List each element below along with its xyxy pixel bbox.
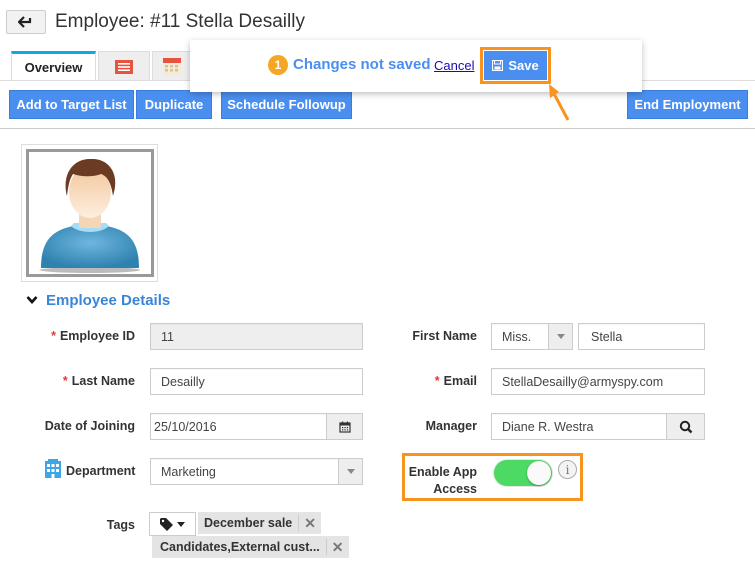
department-select[interactable]: Marketing: [150, 458, 340, 485]
caret-down-icon: [556, 334, 565, 339]
last-name-input[interactable]: Desailly: [150, 368, 363, 395]
floppy-disk-icon: [492, 60, 504, 71]
schedule-followup-button[interactable]: Schedule Followup: [221, 90, 352, 119]
manager-search-button[interactable]: [666, 413, 705, 440]
calendar-icon: [163, 57, 181, 76]
email-input[interactable]: StellaDesailly@armyspy.com: [491, 368, 705, 395]
save-label: Save: [508, 58, 539, 73]
avatar[interactable]: [26, 149, 154, 277]
caret-down-icon: [346, 469, 355, 474]
employee-id-label: * Employee ID: [51, 329, 135, 343]
salutation-select[interactable]: Miss.: [491, 323, 549, 350]
manager-input[interactable]: Diane R. Westra: [491, 413, 668, 440]
changes-not-saved-text: Changes not saved: [293, 56, 431, 73]
save-button[interactable]: Save: [484, 51, 547, 80]
back-button[interactable]: [6, 10, 46, 34]
tag-icon: [160, 517, 173, 531]
pointer-arrow-icon: [549, 84, 570, 121]
salutation-dropdown-button[interactable]: [548, 323, 573, 350]
toolbar-divider: [0, 128, 755, 129]
tag-chip: Candidates,External cust... ✕: [152, 536, 349, 558]
caret-down-icon: [177, 521, 185, 527]
first-name-label: First Name: [412, 329, 477, 343]
department-dropdown-button[interactable]: [338, 458, 363, 485]
list-icon: [115, 59, 133, 74]
tag-dropdown-button[interactable]: [149, 512, 196, 536]
required-marker: *: [62, 374, 68, 388]
department-label: Department: [66, 464, 136, 478]
manager-label: Manager: [425, 419, 477, 433]
search-icon: [679, 420, 692, 433]
required-marker: *: [51, 329, 56, 343]
date-of-joining-label: Date of Joining: [44, 419, 135, 433]
person-placeholder-icon: [40, 158, 140, 273]
email-label: * Email: [434, 374, 477, 388]
section-title-employee-details[interactable]: Employee Details: [46, 292, 170, 309]
back-arrow-icon: [18, 16, 32, 28]
page-title: Employee: #11 Stella Desailly: [55, 11, 305, 32]
calendar-icon: [338, 421, 351, 433]
first-name-input[interactable]: Stella: [578, 323, 705, 350]
remove-tag-icon[interactable]: ✕: [298, 515, 321, 531]
date-picker-button[interactable]: [326, 413, 363, 440]
tags-label: Tags: [106, 518, 135, 532]
changes-count-badge: 1: [268, 55, 288, 75]
duplicate-button[interactable]: Duplicate: [136, 90, 212, 119]
last-name-label: * Last Name: [62, 374, 135, 388]
chevron-down-icon[interactable]: [26, 295, 38, 305]
toggle-knob: [527, 461, 551, 485]
tab-overview[interactable]: Overview: [11, 51, 96, 81]
tag-chip: December sale ✕: [198, 512, 321, 534]
tab-calendar[interactable]: [152, 51, 192, 81]
remove-tag-icon[interactable]: ✕: [325, 539, 349, 555]
enable-app-access-label: Enable App Access: [408, 465, 477, 496]
end-employment-button[interactable]: End Employment: [627, 90, 748, 119]
add-to-target-list-button[interactable]: Add to Target List: [9, 90, 134, 119]
enable-app-access-toggle[interactable]: [494, 460, 552, 486]
info-icon[interactable]: i: [558, 460, 577, 479]
date-of-joining-input[interactable]: 25/10/2016: [150, 413, 327, 440]
tab-list[interactable]: [98, 51, 150, 81]
employee-id-field: 11: [150, 323, 363, 350]
building-icon: [45, 459, 61, 478]
cancel-link[interactable]: Cancel: [434, 58, 474, 73]
required-marker: *: [434, 374, 440, 388]
